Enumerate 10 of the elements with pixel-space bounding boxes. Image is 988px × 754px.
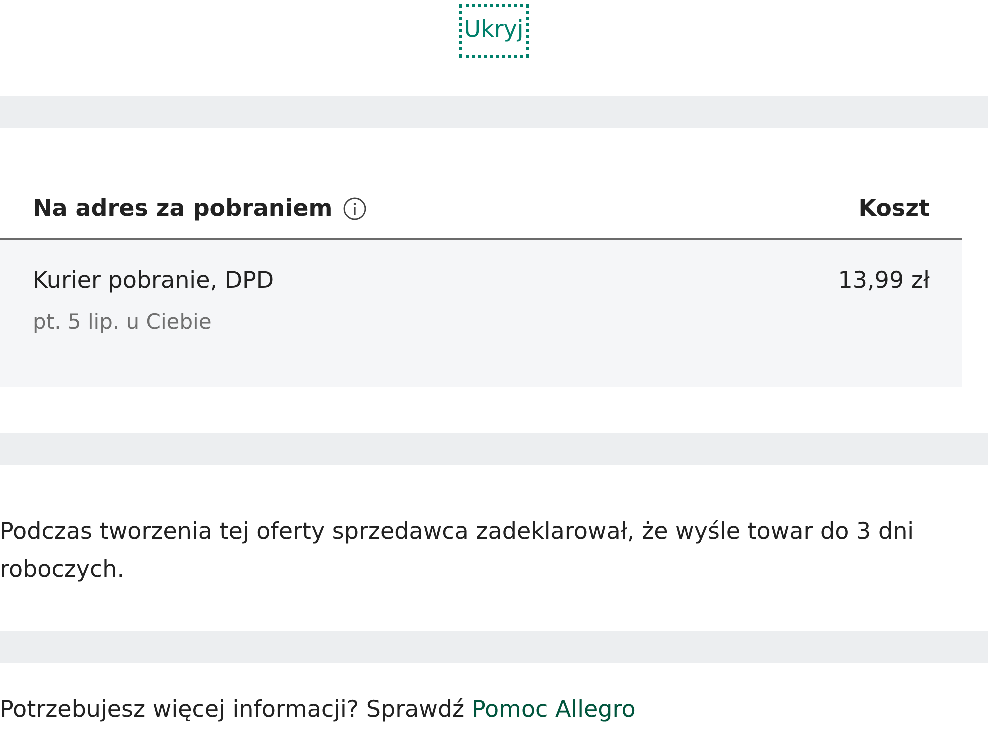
delivery-method: Kurier pobranie, DPD	[33, 268, 274, 294]
help-link[interactable]: Pomoc Allegro	[472, 697, 636, 723]
column-header: Koszt	[858, 196, 930, 222]
info-icon[interactable]	[342, 197, 367, 221]
dispatch-note: Podczas tworzenia tej oferty sprzedawca zadeklarował, że wyśle towar do 3 dni roboczych.	[0, 518, 916, 585]
delivery-cost: 13,99 zł	[838, 268, 930, 296]
delivery-date: pt. 5 lip. u Ciebie	[33, 310, 213, 334]
column-header: Na adres za pobraniem	[33, 196, 333, 222]
hide-link[interactable]: Ukryj	[459, 4, 529, 58]
help-text: Potrzebujesz więcej informacji? Sprawdź	[0, 697, 465, 723]
